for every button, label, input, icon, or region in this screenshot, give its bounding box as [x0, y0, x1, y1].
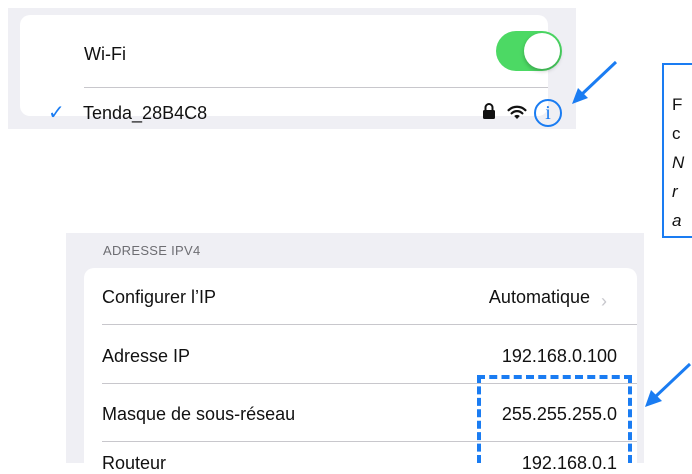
wifi-divider: [84, 87, 548, 88]
row-value-configure-ip[interactable]: Automatique: [489, 287, 590, 308]
row-label-configure-ip[interactable]: Configurer l’IP: [102, 287, 216, 308]
wifi-label: Wi-Fi: [84, 44, 126, 64]
row-label-subnet-mask: Masque de sous-réseau: [102, 404, 296, 424]
callout-line: c: [672, 124, 681, 143]
callout-line: a: [672, 211, 682, 230]
wifi-card: [20, 15, 548, 116]
row-label-ip-address: Adresse IP: [102, 346, 191, 366]
arrow-to-router-value: [645, 362, 692, 407]
toggle-knob: [524, 33, 560, 69]
annotation-callout: F c N r a: [662, 63, 692, 238]
row-value-ip-address: 192.168.0.100: [501, 346, 617, 366]
lock-icon: [483, 103, 495, 119]
row-label-router: Routeur: [102, 453, 167, 473]
info-icon[interactable]: i: [534, 99, 562, 127]
network-name[interactable]: Tenda_28B4C8: [83, 103, 207, 124]
wifi-signal-icon: [507, 105, 527, 119]
callout-line: F: [672, 95, 683, 114]
wifi-toggle[interactable]: [496, 31, 562, 71]
row-divider: [102, 324, 637, 325]
callout-line: r: [672, 182, 678, 201]
checkmark-icon: ✓: [48, 102, 65, 124]
chevron-right-icon: ›: [601, 291, 607, 311]
callout-line: N: [672, 153, 685, 172]
arrow-to-info-icon: [572, 60, 618, 104]
section-header-ipv4: ADRESSE IPV4: [103, 243, 201, 258]
router-highlight-box: [477, 375, 632, 463]
